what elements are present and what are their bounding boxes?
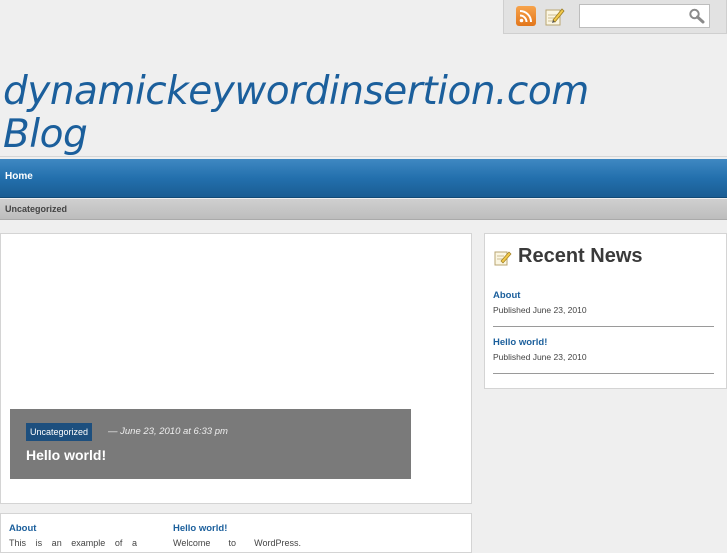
excerpt-title[interactable]: Hello world! xyxy=(173,523,227,534)
header-divider xyxy=(0,156,727,157)
excerpt-title[interactable]: About xyxy=(9,523,36,534)
recent-news-widget: Recent News About Published June 23, 201… xyxy=(484,233,727,389)
write-icon[interactable] xyxy=(544,5,566,27)
excerpt-text: Welcome to WordPress. xyxy=(173,538,301,548)
search-icon[interactable] xyxy=(688,8,706,24)
note-icon xyxy=(494,249,512,267)
site-title[interactable]: dynamickeywordinsertion.com Blog xyxy=(3,70,589,156)
category-item-uncategorized[interactable]: Uncategorized xyxy=(5,204,67,214)
featured-title[interactable]: Hello world! xyxy=(26,447,106,463)
post-excerpts: About This is an example of a Hello worl… xyxy=(0,513,472,553)
news-date: Published June 23, 2010 xyxy=(493,305,587,315)
news-divider xyxy=(493,373,714,374)
nav-item-home[interactable]: Home xyxy=(5,171,33,182)
list-item: Hello world! Published June 23, 2010 xyxy=(493,337,714,362)
featured-caption: Uncategorized — June 23, 2010 at 6:33 pm… xyxy=(10,409,411,479)
news-divider xyxy=(493,326,714,327)
post-meta: — June 23, 2010 at 6:33 pm xyxy=(108,426,228,437)
widget-title: Recent News xyxy=(518,245,643,267)
news-link[interactable]: Hello world! xyxy=(493,337,714,348)
news-link[interactable]: About xyxy=(493,290,714,301)
header-tools xyxy=(503,0,727,34)
news-date: Published June 23, 2010 xyxy=(493,352,587,362)
excerpt-text: This is an example of a xyxy=(9,538,137,548)
list-item: About Published June 23, 2010 xyxy=(493,290,714,315)
category-badge[interactable]: Uncategorized xyxy=(26,423,93,441)
featured-post: Uncategorized — June 23, 2010 at 6:33 pm… xyxy=(0,233,472,504)
rss-icon[interactable] xyxy=(516,6,536,26)
main-nav: Home xyxy=(0,159,727,198)
category-nav: Uncategorized xyxy=(0,199,727,220)
